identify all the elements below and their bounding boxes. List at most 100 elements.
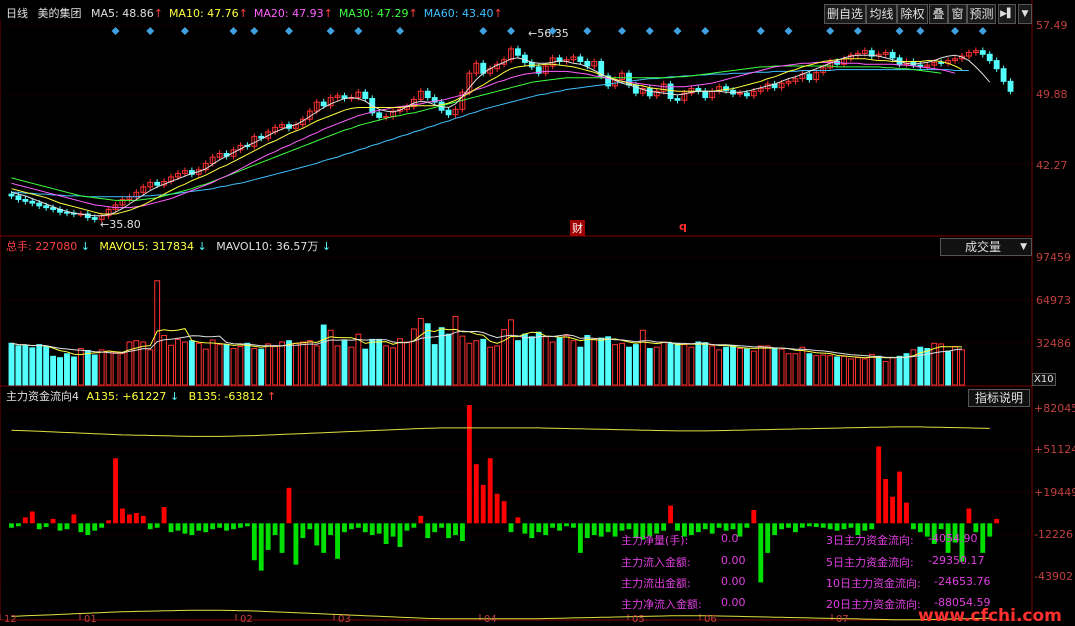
volume-bar bbox=[757, 345, 764, 386]
volume-bar bbox=[341, 340, 348, 386]
month-tick-label: 05 bbox=[632, 614, 645, 625]
flow-bar bbox=[147, 523, 153, 530]
volume-bar bbox=[64, 353, 70, 386]
flow-bar bbox=[279, 523, 285, 553]
volume-bar bbox=[487, 346, 494, 386]
volume-bar bbox=[168, 344, 174, 386]
flow-bar bbox=[626, 523, 632, 530]
stat-value: 0.00 bbox=[721, 554, 746, 567]
flow-bar bbox=[813, 523, 819, 527]
ma5-line bbox=[11, 54, 991, 217]
flow-bar bbox=[543, 523, 549, 536]
flow-bar bbox=[744, 523, 750, 528]
volume-indicator-dropdown[interactable]: 成交量 ▼ bbox=[940, 238, 1032, 256]
event-diamond bbox=[756, 27, 765, 35]
flow-axis-label-3: -12226 bbox=[1034, 528, 1073, 541]
q-event-mark[interactable]: q bbox=[679, 220, 687, 233]
flow-bar bbox=[237, 523, 243, 528]
candle-body bbox=[938, 61, 945, 64]
price-axis-label-top: 57.49 bbox=[1036, 19, 1068, 32]
event-diamond bbox=[479, 27, 488, 35]
flow-bar bbox=[272, 523, 278, 536]
volume-bar bbox=[348, 346, 355, 386]
ma-legend-item: MA20: 47.93 bbox=[253, 7, 324, 20]
arrow-up-icon: ↑ bbox=[153, 7, 163, 20]
toolbar-button[interactable]: 除权 bbox=[897, 4, 928, 24]
flow-bar bbox=[203, 523, 209, 533]
flow-bar bbox=[848, 523, 854, 528]
toolbar-button[interactable]: 删自选 bbox=[824, 4, 866, 24]
volume-bar bbox=[43, 346, 50, 386]
volume-indicator-label: 成交量 bbox=[965, 240, 1002, 254]
arrow-up-icon: ↑ bbox=[266, 390, 277, 403]
volume-bar bbox=[181, 341, 188, 386]
flow-bar bbox=[973, 523, 979, 533]
flow-bar bbox=[99, 523, 105, 528]
volume-bar bbox=[445, 333, 452, 386]
volume-bar bbox=[854, 357, 861, 386]
flow-bar bbox=[723, 523, 729, 531]
volume-bar bbox=[570, 340, 577, 386]
flow-bar bbox=[827, 523, 833, 530]
flow-bar bbox=[217, 523, 223, 528]
flow-bar bbox=[362, 523, 368, 533]
volume-bar bbox=[535, 331, 542, 386]
volume-bar bbox=[688, 346, 695, 386]
volume-bar bbox=[292, 342, 299, 386]
stat-label: 主力净量(手): bbox=[621, 534, 689, 547]
price-header: 日线 美的集团 MA5: 48.86↑ MA10: 47.76↑ MA20: 47.… bbox=[6, 7, 503, 21]
nav-right-button[interactable]: ▶▌ bbox=[998, 4, 1016, 24]
mavol10-line bbox=[11, 330, 963, 359]
high-price-label: ←56.35 bbox=[528, 27, 569, 40]
volume-bar bbox=[827, 355, 834, 386]
high-price-value: 56.35 bbox=[537, 27, 569, 40]
flow-bar bbox=[612, 523, 618, 537]
flow-bar bbox=[175, 523, 181, 531]
flow-bar bbox=[390, 523, 396, 537]
flow-bar bbox=[876, 446, 882, 524]
flow-bar bbox=[473, 464, 479, 524]
mavol10-label: MAVOL10: 36.57万 bbox=[216, 240, 319, 253]
volume-bar bbox=[216, 344, 223, 386]
flow-axis-label-1: +51124 bbox=[1034, 443, 1075, 456]
flow-bar bbox=[917, 523, 923, 533]
toolbar-button[interactable]: 窗 bbox=[948, 4, 967, 24]
volume-bar bbox=[175, 338, 181, 386]
flow-bar bbox=[126, 514, 132, 524]
chevron-down-icon[interactable]: ▼ bbox=[1018, 4, 1032, 24]
month-tick-label: 02 bbox=[240, 614, 253, 625]
event-diamond bbox=[354, 27, 363, 35]
volume-unit-label: X10 bbox=[1032, 373, 1056, 386]
volume-bar bbox=[619, 342, 625, 386]
volume-bar bbox=[806, 353, 813, 386]
flow-bar bbox=[765, 523, 771, 553]
volume-bar bbox=[188, 340, 195, 386]
flow-bar bbox=[668, 505, 674, 524]
candle-body bbox=[979, 50, 986, 55]
finance-event-mark[interactable]: 财 bbox=[570, 220, 585, 236]
stat-label: 主力净流入金额: bbox=[621, 598, 702, 611]
toolbar-button[interactable]: 预测 bbox=[967, 4, 996, 24]
flow-bar bbox=[904, 502, 909, 524]
stat-inflow: 主力流入金额: 0.00 bbox=[621, 554, 746, 570]
candle-body bbox=[8, 193, 15, 197]
volume-bar bbox=[383, 345, 390, 386]
volume-bar bbox=[105, 350, 112, 386]
indicator-help-button[interactable]: 指标说明 bbox=[968, 389, 1031, 407]
volume-bar bbox=[390, 347, 396, 386]
volume-bar bbox=[8, 342, 15, 386]
flow-bar bbox=[300, 523, 306, 539]
volume-bar bbox=[119, 353, 126, 386]
flow-bar bbox=[439, 523, 445, 528]
toolbar-button[interactable]: 叠 bbox=[929, 4, 948, 24]
toolbar-button[interactable]: 均线 bbox=[866, 4, 897, 24]
candle-body bbox=[43, 205, 50, 209]
arrow-down-icon: ↓ bbox=[197, 240, 207, 253]
volume-bar bbox=[632, 344, 639, 386]
a135-line bbox=[11, 426, 990, 437]
flow-bar bbox=[106, 520, 112, 524]
b135-label: B135: -63812 bbox=[188, 390, 264, 403]
flow-bar bbox=[695, 523, 701, 533]
candle-body bbox=[64, 211, 70, 214]
ma-legend: MA5: 48.86↑ MA10: 47.76↑ MA20: 47.93↑ MA30:… bbox=[85, 7, 503, 20]
